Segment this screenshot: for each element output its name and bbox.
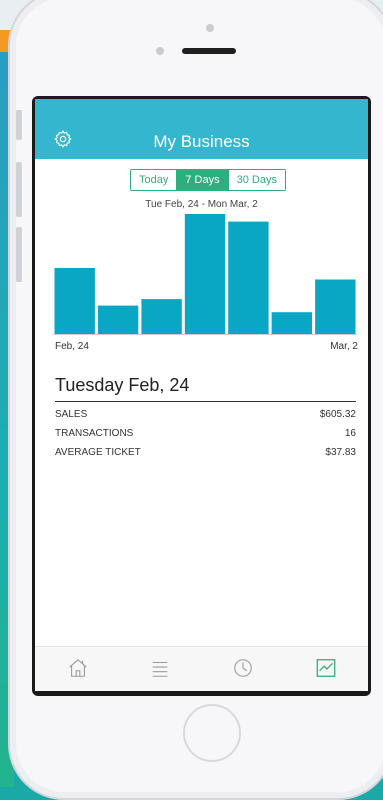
sales-bar-chart: [53, 214, 357, 335]
proximity-sensor: [156, 47, 164, 55]
phone-screen: My Business Today 7 Days 30 Days Tue Feb…: [32, 96, 371, 696]
app-display: My Business Today 7 Days 30 Days Tue Feb…: [35, 99, 368, 691]
x-axis-end-label: Mar, 2: [330, 341, 358, 352]
range-segmented-control: Today 7 Days 30 Days: [130, 169, 286, 191]
stat-row-sales: SALES $605.32: [55, 409, 356, 425]
stat-row-transactions: TRANSACTIONS 16: [55, 428, 356, 444]
stat-row-average-ticket: AVERAGE TICKET $37.83: [55, 447, 356, 463]
stat-label: TRANSACTIONS: [55, 428, 134, 439]
chart-bar-6[interactable]: [315, 279, 356, 335]
stat-value: $605.32: [319, 409, 356, 420]
home-button[interactable]: [183, 704, 241, 762]
chart-icon[interactable]: [315, 657, 337, 679]
stat-value: 16: [344, 428, 356, 439]
front-camera: [206, 24, 214, 32]
home-icon[interactable]: [67, 657, 89, 679]
clock-icon[interactable]: [232, 657, 254, 679]
stat-label: AVERAGE TICKET: [55, 447, 141, 458]
chart-bar-2[interactable]: [141, 299, 182, 334]
chart-bar-4[interactable]: [228, 221, 269, 334]
chart-bar-0[interactable]: [54, 268, 95, 334]
stat-value: $37.83: [325, 447, 356, 458]
divider: [55, 401, 356, 402]
segment-7-days[interactable]: 7 Days: [176, 170, 228, 190]
volume-up-button: [16, 162, 22, 217]
page-title: My Business: [153, 132, 250, 151]
chart-bar-3[interactable]: [184, 214, 226, 334]
chart-bar-1[interactable]: [97, 305, 139, 334]
chart-bar-5[interactable]: [271, 312, 312, 334]
nav-header: My Business: [35, 99, 368, 159]
mute-switch: [16, 110, 22, 140]
selected-day-title: Tuesday Feb, 24: [55, 375, 190, 395]
segment-30-days[interactable]: 30 Days: [227, 170, 285, 190]
stat-label: SALES: [55, 409, 88, 420]
tab-bar: [35, 646, 368, 691]
segment-today[interactable]: Today: [131, 170, 177, 190]
list-icon[interactable]: [149, 657, 171, 679]
earpiece-speaker: [182, 48, 236, 54]
volume-down-button: [16, 227, 22, 282]
x-axis-start-label: Feb, 24: [55, 341, 89, 352]
